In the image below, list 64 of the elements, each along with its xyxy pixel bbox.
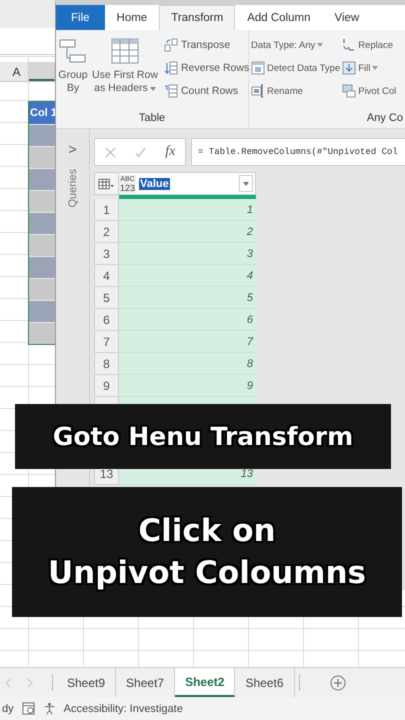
detect-type-icon [251, 61, 265, 75]
row-number: 6 [94, 309, 119, 331]
rename-icon [251, 84, 265, 98]
row-number: 7 [94, 331, 119, 353]
table-cell: 3 [119, 243, 256, 265]
table-cell: 4 [119, 265, 256, 287]
expand-button[interactable]: > [68, 141, 77, 157]
table-cell: 6 [119, 309, 256, 331]
function-button[interactable]: fx [165, 144, 176, 160]
check-icon[interactable] [134, 146, 146, 158]
table-cell: 1 [119, 199, 256, 221]
caret-icon [243, 182, 249, 186]
ribbon-button[interactable]: Fill [342, 58, 396, 78]
sheet-tab[interactable]: Sheet2 [175, 668, 236, 697]
filter-button[interactable] [239, 175, 253, 192]
ribbon-button[interactable]: Replace [342, 35, 396, 55]
pivot-icon [342, 84, 356, 98]
ribbon-tab[interactable]: Add Column [235, 5, 322, 30]
ribbon-button[interactable]: Count Rows [164, 81, 250, 101]
row-number: 9 [94, 375, 119, 397]
count-rows-icon [164, 84, 178, 98]
replace-values-icon [342, 38, 356, 52]
status-text[interactable]: Accessibility: Investigate [64, 702, 183, 714]
ribbon-button[interactable]: Reverse Rows [164, 58, 250, 78]
table-cell: 2 [119, 221, 256, 243]
table-cell: 7 [119, 331, 256, 353]
table-cell: 8 [119, 353, 256, 375]
table-icon [110, 37, 140, 65]
column-name-field[interactable]: Value [139, 178, 170, 190]
macro-icon[interactable] [22, 702, 35, 715]
queries-label[interactable]: Queries [66, 169, 78, 208]
caption-text: Goto Henu Transform [52, 420, 354, 452]
transpose-icon [164, 38, 178, 52]
ribbon-tab[interactable]: Home [104, 5, 160, 30]
row-number: 4 [94, 265, 119, 287]
ribbon-button[interactable]: Group By [56, 35, 90, 112]
column-header[interactable] [29, 62, 55, 81]
row-number: 2 [94, 221, 119, 243]
ribbon-button[interactable]: Data Type: Any [251, 35, 340, 55]
ribbon-button[interactable]: Transpose [164, 35, 250, 55]
ribbon-button[interactable]: Detect Data Type [251, 58, 340, 78]
ribbon-tab[interactable]: File [56, 5, 105, 30]
caption-text: Click on Unpivot Coloumns [48, 512, 366, 593]
ribbon-tab[interactable]: Transform [159, 5, 236, 30]
row-number: 8 [94, 353, 119, 375]
ribbon-button[interactable]: Rename [251, 81, 340, 101]
ribbon-button[interactable]: Use First Row as Headers [90, 35, 160, 112]
add-sheet-icon[interactable] [330, 674, 346, 690]
status-text: dy [2, 702, 14, 714]
group-label: Table [138, 112, 166, 126]
table-cell: 9 [119, 375, 256, 397]
accessibility-icon[interactable] [42, 702, 56, 715]
row-number: 3 [94, 243, 119, 265]
ribbon-tab[interactable]: View [322, 5, 372, 30]
table-menu-button[interactable] [94, 172, 119, 195]
row-number: 1 [94, 199, 119, 221]
ribbon-button[interactable]: Pivot Col [342, 81, 396, 101]
formula-field[interactable]: = Table.RemoveColumns(#"Unpivoted Col [191, 138, 405, 166]
table-cell: 5 [119, 287, 256, 309]
reverse-rows-icon [164, 61, 178, 75]
table-menu-icon [98, 178, 115, 190]
row-number: 5 [94, 287, 119, 309]
group-label: Any Co [366, 112, 404, 126]
fill-down-icon [342, 61, 356, 75]
